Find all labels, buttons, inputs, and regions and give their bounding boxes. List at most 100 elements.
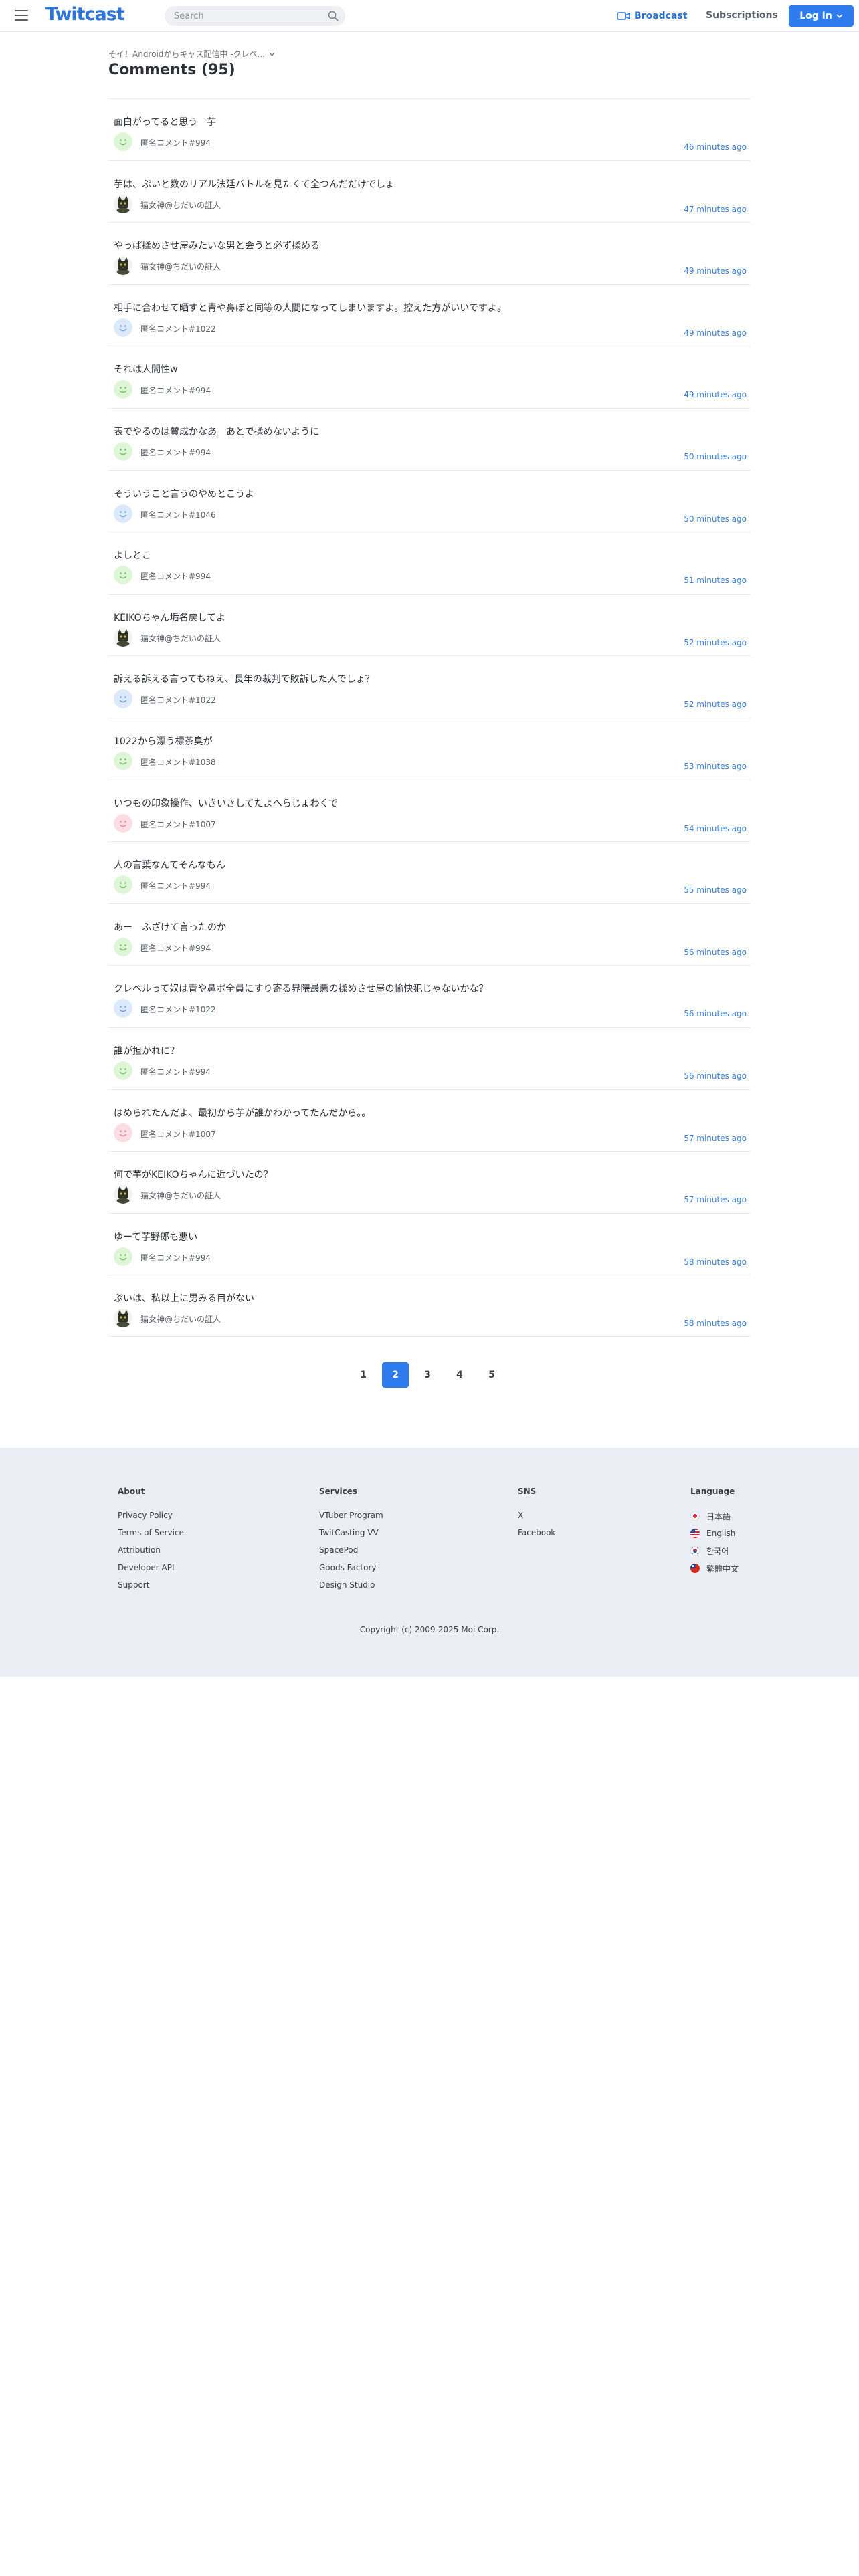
language-english[interactable]: English bbox=[690, 1528, 739, 1539]
broadcast-label: Broadcast bbox=[634, 11, 688, 21]
comment-username[interactable]: 猫女神@ちだいの証人 bbox=[140, 1313, 221, 1325]
comment-username[interactable]: 猫女神@ちだいの証人 bbox=[140, 261, 221, 272]
comment-timestamp[interactable]: 53 minutes ago bbox=[684, 762, 747, 771]
footer-link-spacepod[interactable]: SpacePod bbox=[319, 1545, 383, 1556]
comment-username[interactable]: 匿名コメント#994 bbox=[140, 137, 211, 148]
comment-timestamp[interactable]: 52 minutes ago bbox=[684, 638, 747, 647]
comment-username[interactable]: 猫女神@ちだいの証人 bbox=[140, 199, 221, 211]
page-1-button[interactable]: 1 bbox=[350, 1362, 377, 1388]
comment-timestamp[interactable]: 51 minutes ago bbox=[684, 576, 747, 585]
smiley-avatar-icon bbox=[114, 937, 132, 956]
comment-item: 1022から漂う標茶臭が 匿名コメント#1038 53 minutes ago bbox=[108, 717, 751, 780]
menu-icon[interactable] bbox=[15, 10, 28, 21]
avatar[interactable] bbox=[114, 999, 132, 1018]
avatar[interactable] bbox=[114, 875, 132, 895]
comment-username[interactable]: 匿名コメント#994 bbox=[140, 570, 211, 582]
language-label: 한국어 bbox=[706, 1546, 729, 1556]
comment-username[interactable]: 匿名コメント#1046 bbox=[140, 509, 216, 520]
comment-username[interactable]: 匿名コメント#994 bbox=[140, 880, 211, 891]
search-box[interactable] bbox=[165, 6, 345, 26]
avatar[interactable] bbox=[114, 689, 132, 709]
avatar[interactable] bbox=[114, 441, 132, 461]
avatar[interactable] bbox=[114, 1309, 132, 1328]
avatar[interactable] bbox=[114, 380, 132, 399]
footer-link-goods-factory[interactable]: Goods Factory bbox=[319, 1563, 383, 1574]
comment-text: よしとこ bbox=[114, 550, 151, 562]
footer-link-facebook[interactable]: Facebook bbox=[518, 1528, 555, 1539]
comment-timestamp[interactable]: 52 minutes ago bbox=[684, 700, 747, 709]
footer-link-vtuber-program[interactable]: VTuber Program bbox=[319, 1511, 383, 1521]
footer-link-support[interactable]: Support bbox=[118, 1580, 184, 1591]
avatar[interactable] bbox=[114, 937, 132, 956]
comment-username[interactable]: 匿名コメント#1007 bbox=[140, 1128, 216, 1140]
footer-link-privacy-policy[interactable]: Privacy Policy bbox=[118, 1511, 184, 1521]
avatar[interactable] bbox=[114, 1247, 132, 1266]
comment-username[interactable]: 匿名コメント#1022 bbox=[140, 1004, 216, 1015]
comment-timestamp[interactable]: 50 minutes ago bbox=[684, 514, 747, 524]
avatar[interactable] bbox=[114, 813, 132, 833]
search-icon[interactable] bbox=[328, 11, 339, 21]
comment-timestamp[interactable]: 57 minutes ago bbox=[684, 1134, 747, 1143]
broadcast-button[interactable]: Broadcast bbox=[617, 8, 687, 24]
footer-services: Services VTuber Program TwitCasting VV S… bbox=[319, 1487, 383, 1598]
footer-link-design-studio[interactable]: Design Studio bbox=[319, 1580, 383, 1591]
comment-timestamp[interactable]: 56 minutes ago bbox=[684, 948, 747, 957]
footer-link-attribution[interactable]: Attribution bbox=[118, 1545, 184, 1556]
comment-username[interactable]: 匿名コメント#994 bbox=[140, 385, 211, 396]
comment-timestamp[interactable]: 49 minutes ago bbox=[684, 328, 747, 338]
comment-item: あー ふざけて言ったのか 匿名コメント#994 56 minutes ago bbox=[108, 903, 751, 966]
login-button[interactable]: Log In bbox=[789, 5, 854, 27]
cat-avatar-icon bbox=[114, 1185, 132, 1204]
comment-text: 表でやるのは賛成かなあ あとで揉めないように bbox=[114, 426, 320, 437]
footer-link-developer-api[interactable]: Developer API bbox=[118, 1563, 184, 1574]
page-4-button[interactable]: 4 bbox=[446, 1362, 473, 1388]
comment-timestamp[interactable]: 49 minutes ago bbox=[684, 266, 747, 276]
comment-timestamp[interactable]: 47 minutes ago bbox=[684, 205, 747, 214]
comment-username[interactable]: 匿名コメント#1022 bbox=[140, 323, 216, 334]
comment-username[interactable]: 匿名コメント#1038 bbox=[140, 756, 216, 768]
comment-username[interactable]: 匿名コメント#994 bbox=[140, 1066, 211, 1077]
search-input[interactable] bbox=[174, 6, 321, 26]
comment-timestamp[interactable]: 54 minutes ago bbox=[684, 824, 747, 833]
comment-username[interactable]: 匿名コメント#1022 bbox=[140, 694, 216, 706]
footer-link-terms-of-service[interactable]: Terms of Service bbox=[118, 1528, 184, 1539]
page-5-button[interactable]: 5 bbox=[478, 1362, 505, 1388]
avatar[interactable] bbox=[114, 566, 132, 585]
comment-timestamp[interactable]: 58 minutes ago bbox=[684, 1257, 747, 1267]
broadcast-selector[interactable]: そイ！Androidからキャス配信中 -クレベ... bbox=[108, 48, 275, 60]
avatar[interactable] bbox=[114, 1123, 132, 1142]
avatar[interactable] bbox=[114, 504, 132, 523]
page-2-button[interactable]: 2 bbox=[382, 1362, 409, 1388]
comment-timestamp[interactable]: 56 minutes ago bbox=[684, 1009, 747, 1018]
avatar[interactable] bbox=[114, 1061, 132, 1080]
us-flag-icon bbox=[690, 1529, 700, 1538]
comment-timestamp[interactable]: 50 minutes ago bbox=[684, 452, 747, 461]
page-3-button[interactable]: 3 bbox=[414, 1362, 441, 1388]
comment-username[interactable]: 匿名コメント#1007 bbox=[140, 819, 216, 830]
footer-link-twitcasting-vv[interactable]: TwitCasting VV bbox=[319, 1528, 383, 1539]
subscriptions-link[interactable]: Subscriptions bbox=[706, 10, 778, 21]
language-korean[interactable]: 한국어 bbox=[690, 1545, 739, 1556]
comment-timestamp[interactable]: 58 minutes ago bbox=[684, 1319, 747, 1328]
avatar[interactable] bbox=[114, 1185, 132, 1204]
avatar[interactable] bbox=[114, 132, 132, 151]
comment-timestamp[interactable]: 57 minutes ago bbox=[684, 1195, 747, 1204]
language-traditional-chinese[interactable]: 繁體中文 bbox=[690, 1563, 739, 1574]
avatar[interactable] bbox=[114, 627, 132, 647]
avatar[interactable] bbox=[114, 256, 132, 276]
comment-timestamp[interactable]: 56 minutes ago bbox=[684, 1071, 747, 1081]
comment-username[interactable]: 猫女神@ちだいの証人 bbox=[140, 633, 221, 644]
footer-link-x[interactable]: X bbox=[518, 1511, 555, 1521]
avatar[interactable] bbox=[114, 751, 132, 770]
comment-timestamp[interactable]: 46 minutes ago bbox=[684, 142, 747, 152]
comment-timestamp[interactable]: 55 minutes ago bbox=[684, 885, 747, 895]
comment-username[interactable]: 匿名コメント#994 bbox=[140, 447, 211, 458]
avatar[interactable] bbox=[114, 318, 132, 337]
comment-username[interactable]: 匿名コメント#994 bbox=[140, 1252, 211, 1263]
comment-username[interactable]: 匿名コメント#994 bbox=[140, 942, 211, 954]
comment-timestamp[interactable]: 49 minutes ago bbox=[684, 390, 747, 399]
comment-username[interactable]: 猫女神@ちだいの証人 bbox=[140, 1190, 221, 1201]
avatar[interactable] bbox=[114, 194, 132, 213]
language-japanese[interactable]: 日本語 bbox=[690, 1511, 739, 1521]
twitcast-logo[interactable]: Twitcast bbox=[45, 4, 125, 25]
